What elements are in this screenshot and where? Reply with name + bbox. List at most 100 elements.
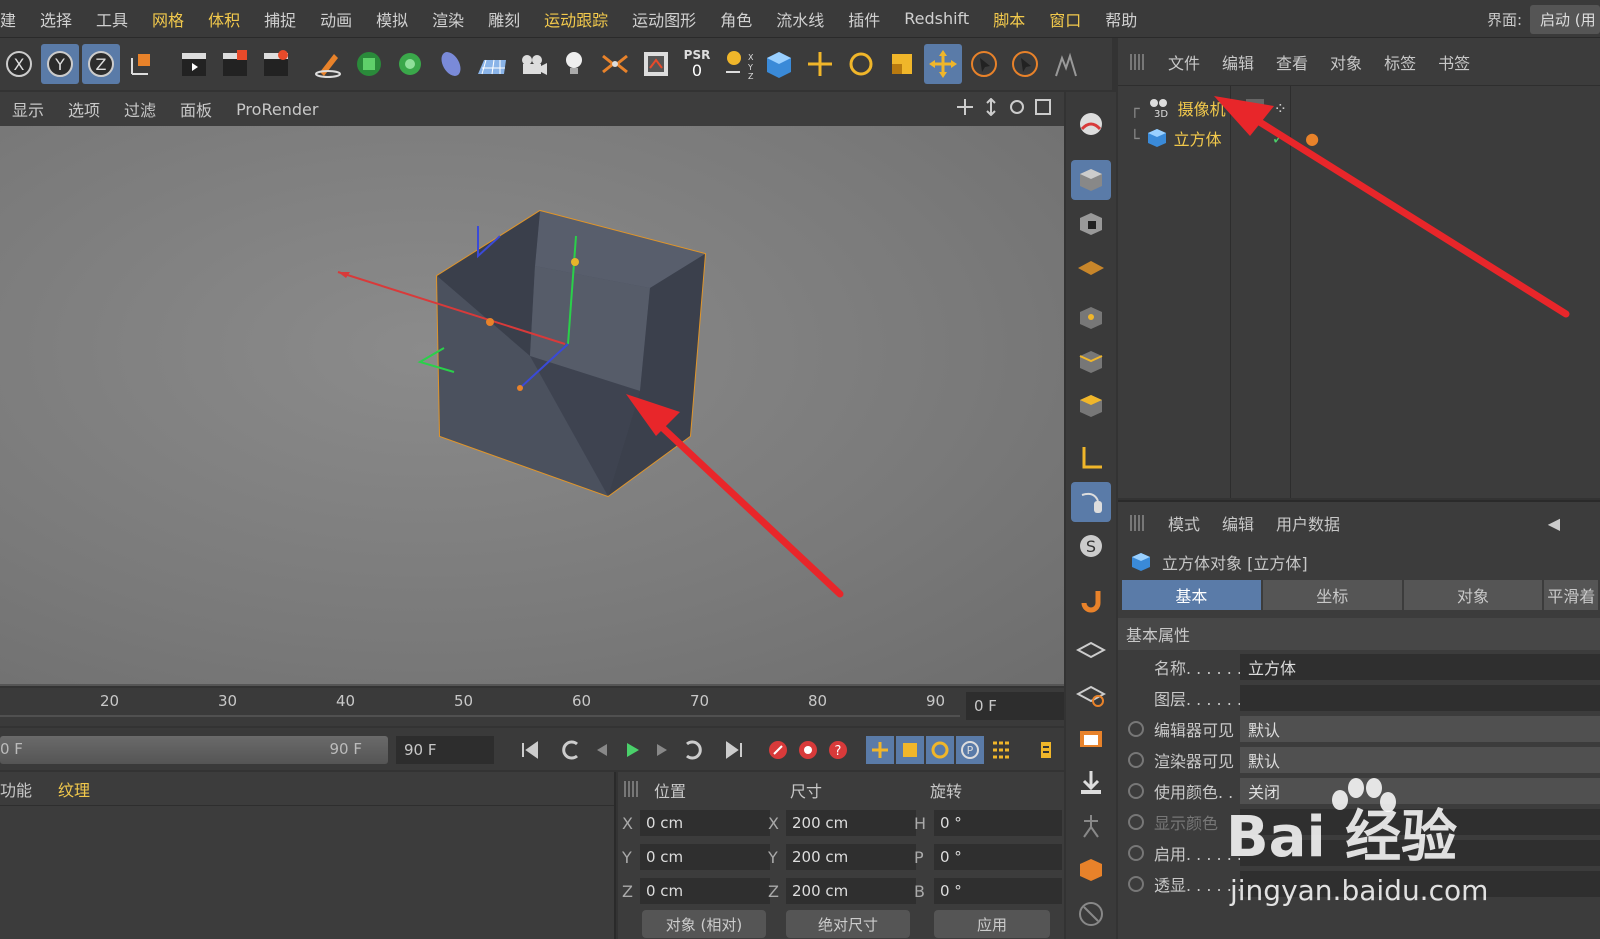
property-value[interactable]: 默认 xyxy=(1240,747,1600,773)
viewport-menu-prorender[interactable]: ProRender xyxy=(236,100,318,119)
menu-item[interactable]: 渲染 xyxy=(420,7,476,31)
edges-mode-icon[interactable] xyxy=(1071,342,1111,382)
menu-item[interactable]: 工具 xyxy=(84,7,140,31)
menu-item[interactable]: 流水线 xyxy=(764,7,836,31)
tab-object[interactable]: 对象 xyxy=(1403,580,1543,610)
property-value[interactable] xyxy=(1240,685,1600,711)
coord-mode-select[interactable]: 对象 (相对) xyxy=(642,910,766,938)
next-frame-icon[interactable] xyxy=(648,736,676,764)
menu-item[interactable]: 运动跟踪 xyxy=(532,7,620,31)
object-mode-icon[interactable] xyxy=(760,44,798,84)
panel-grip-icon[interactable] xyxy=(1130,515,1146,531)
pen-tool-icon[interactable] xyxy=(309,44,347,84)
viewport-pan-icon[interactable] xyxy=(956,98,974,116)
x-axis-lock-button[interactable]: X xyxy=(0,44,38,84)
menu-item[interactable]: 捕捉 xyxy=(252,7,308,31)
viewport-maximize-icon[interactable] xyxy=(1034,98,1052,116)
size-mode-select[interactable]: 绝对尺寸 xyxy=(786,910,910,938)
animate-radio[interactable] xyxy=(1128,783,1144,799)
prev-key-icon[interactable] xyxy=(558,736,586,764)
size-field[interactable]: 200 cm xyxy=(786,878,916,904)
end-frame-field[interactable]: 90 F xyxy=(396,736,494,764)
timeline-window-icon[interactable] xyxy=(1032,736,1060,764)
menu-item[interactable]: 帮助 xyxy=(1093,7,1149,31)
layout-select[interactable]: 启动 (用 xyxy=(1530,4,1600,34)
menu-item[interactable]: 雕刻 xyxy=(476,7,532,31)
tab-basic[interactable]: 基本 xyxy=(1122,580,1261,610)
cube-paint-icon[interactable] xyxy=(1071,850,1111,890)
menu-item[interactable]: 动画 xyxy=(308,7,364,31)
am-menu-userdata[interactable]: 用户数据 xyxy=(1276,511,1340,535)
mat-menu-function[interactable]: 功能 xyxy=(0,777,32,801)
menu-item[interactable]: 运动图形 xyxy=(620,7,708,31)
viewport-menu-options[interactable]: 选项 xyxy=(68,97,100,121)
menu-item[interactable]: 插件 xyxy=(836,7,892,31)
om-menu-view[interactable]: 查看 xyxy=(1276,50,1308,74)
goto-end-icon[interactable] xyxy=(720,736,748,764)
om-menu-file[interactable]: 文件 xyxy=(1168,50,1200,74)
folder-icon[interactable] xyxy=(1071,718,1111,758)
animate-radio[interactable] xyxy=(1128,752,1144,768)
globe-icon[interactable] xyxy=(1071,104,1111,144)
xyz-axis-icon[interactable]: XYZ xyxy=(719,44,757,84)
rotation-field[interactable]: 0 ° xyxy=(934,810,1062,836)
panel-grip-icon[interactable] xyxy=(1130,53,1146,70)
camera-icon[interactable] xyxy=(514,44,552,84)
viewport-menu-filter[interactable]: 过滤 xyxy=(124,97,156,121)
back-arrow-icon[interactable]: ◀ xyxy=(1548,514,1560,533)
size-field[interactable]: 200 cm xyxy=(786,810,916,836)
key-pla-icon[interactable] xyxy=(986,736,1014,764)
rotate-icon[interactable] xyxy=(842,44,880,84)
record-icon[interactable] xyxy=(764,736,792,764)
rotation-field[interactable]: 0 ° xyxy=(934,878,1062,904)
position-field[interactable]: 0 cm xyxy=(640,878,770,904)
tweak-mode-icon[interactable] xyxy=(1071,482,1111,522)
prev-frame-icon[interactable] xyxy=(588,736,616,764)
character-icon[interactable] xyxy=(1071,806,1111,846)
render-view-button[interactable] xyxy=(175,44,213,84)
key-parameter-icon[interactable]: P xyxy=(956,736,984,764)
scale-icon[interactable] xyxy=(883,44,921,84)
autokey-icon[interactable] xyxy=(794,736,822,764)
rotation-field[interactable]: 0 ° xyxy=(934,844,1062,870)
next-key-icon[interactable] xyxy=(678,736,706,764)
menu-item[interactable]: 模拟 xyxy=(364,7,420,31)
keyframe-help-icon[interactable]: ? xyxy=(824,736,852,764)
animate-radio[interactable] xyxy=(1128,721,1144,737)
menu-item[interactable]: 脚本 xyxy=(981,7,1037,31)
viewport-zoom-icon[interactable] xyxy=(982,97,1000,117)
viewport-rotate-icon[interactable] xyxy=(1008,98,1026,116)
menu-item[interactable]: 网格 xyxy=(140,7,196,31)
panel-grip-icon[interactable] xyxy=(624,781,640,797)
viewport-menu-display[interactable]: 显示 xyxy=(12,97,44,121)
move-icon[interactable] xyxy=(801,44,839,84)
goto-start-icon[interactable] xyxy=(516,736,544,764)
viewport-menu-panel[interactable]: 面板 xyxy=(180,97,212,121)
floor-grid-icon[interactable] xyxy=(473,44,511,84)
position-field[interactable]: 0 cm xyxy=(640,810,770,836)
om-menu-object[interactable]: 对象 xyxy=(1330,50,1362,74)
property-value[interactable]: 立方体 xyxy=(1240,654,1600,680)
om-menu-bookmarks[interactable]: 书签 xyxy=(1438,50,1470,74)
select-arrow-icon[interactable] xyxy=(965,44,1003,84)
tab-coordinates[interactable]: 坐标 xyxy=(1262,580,1402,610)
animate-radio[interactable] xyxy=(1128,876,1144,892)
am-menu-mode[interactable]: 模式 xyxy=(1168,511,1200,535)
current-frame-field[interactable]: 0 F xyxy=(966,692,1064,720)
size-field[interactable]: 200 cm xyxy=(786,844,916,870)
play-icon[interactable] xyxy=(618,736,646,764)
y-axis-lock-button[interactable]: Y xyxy=(41,44,79,84)
menu-item[interactable]: 选择 xyxy=(28,7,84,31)
menu-item[interactable]: 角色 xyxy=(708,7,764,31)
tab-phong[interactable]: 平滑着 xyxy=(1544,580,1598,610)
texture-mode-icon[interactable] xyxy=(1071,204,1111,244)
menu-item[interactable]: 建 xyxy=(0,7,28,31)
timeline-ruler[interactable]: 20 30 40 50 60 70 80 90 0 F xyxy=(0,688,1064,726)
menu-item[interactable]: Redshift xyxy=(892,9,981,28)
import-icon[interactable] xyxy=(1071,762,1111,802)
apply-button[interactable]: 应用 xyxy=(934,910,1050,938)
polygons-mode-icon[interactable] xyxy=(1071,386,1111,426)
coordinate-system-button[interactable] xyxy=(123,44,161,84)
axis-mode-icon[interactable] xyxy=(1071,438,1111,478)
key-rotation-icon[interactable] xyxy=(926,736,954,764)
